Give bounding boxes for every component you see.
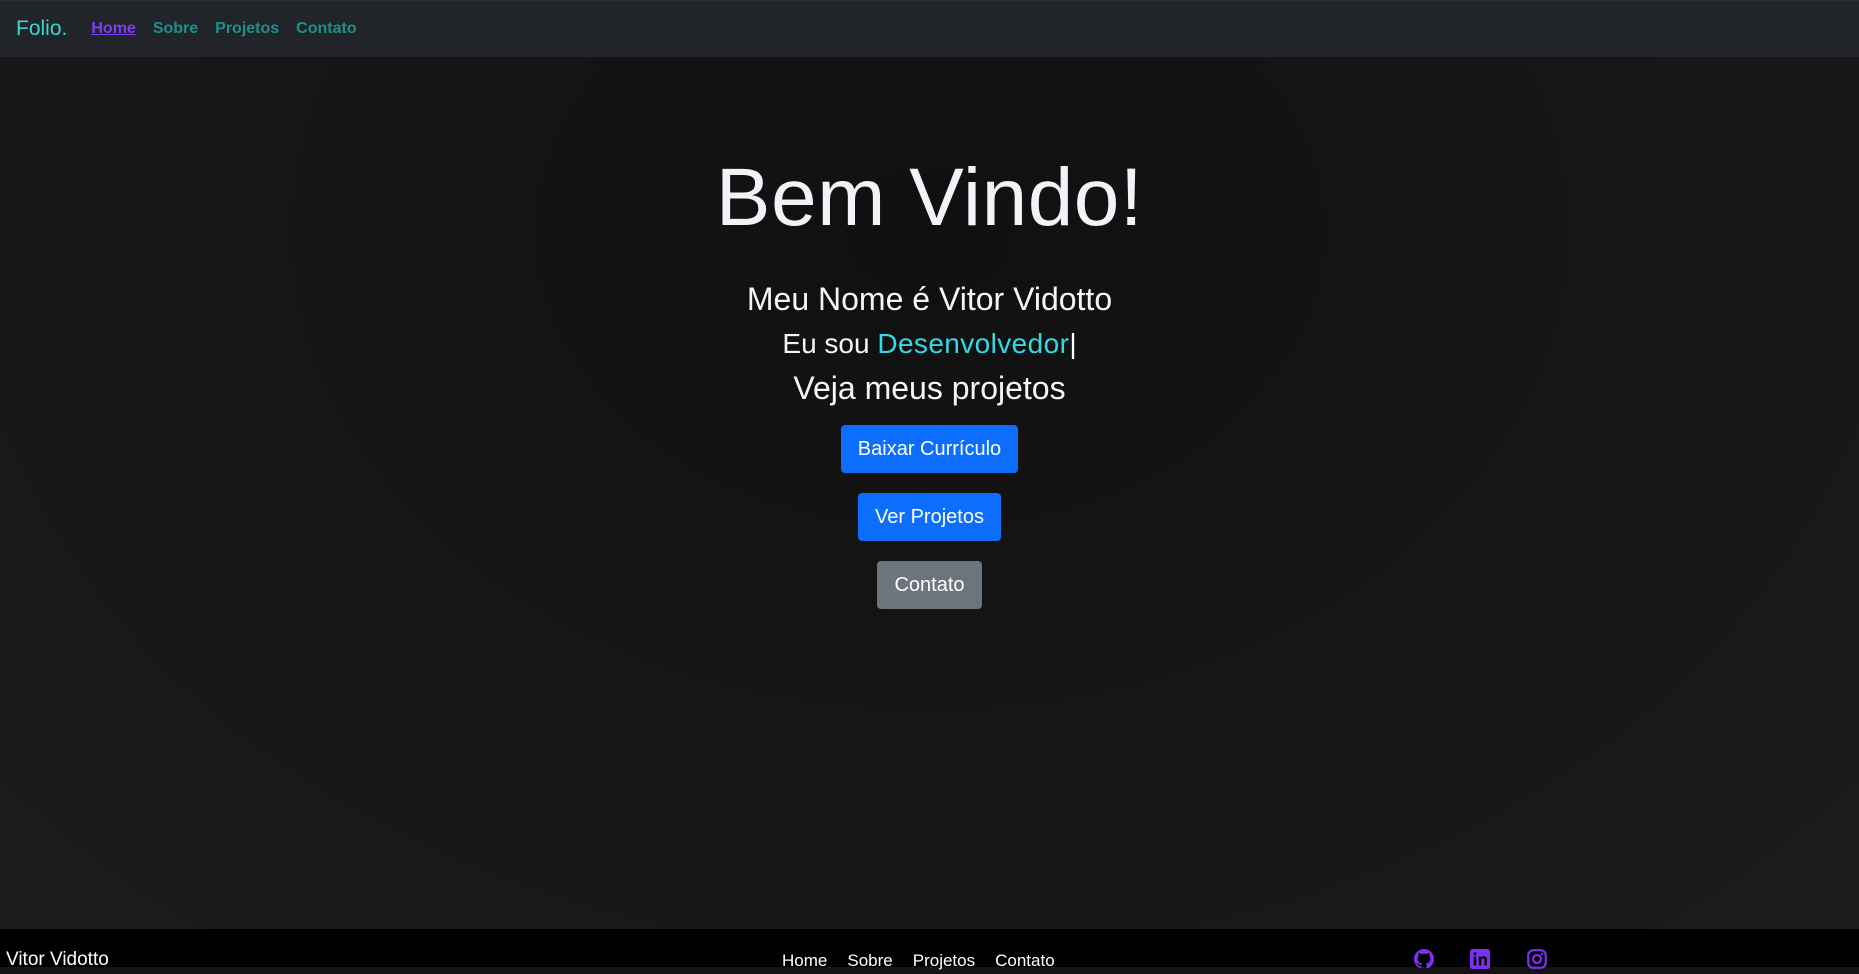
github-icon[interactable] bbox=[1414, 949, 1434, 969]
footer-link-contato[interactable]: Contato bbox=[995, 951, 1055, 971]
hero-role-line: Eu sou Desenvolvedor| bbox=[782, 328, 1076, 360]
nav-link-projetos[interactable]: Projetos bbox=[215, 20, 279, 38]
view-projects-button[interactable]: Ver Projetos bbox=[858, 493, 1001, 541]
linkedin-icon[interactable] bbox=[1470, 949, 1490, 969]
top-navbar: Folio. Home Sobre Projetos Contato bbox=[0, 0, 1859, 57]
download-resume-button[interactable]: Baixar Currículo bbox=[840, 425, 1019, 473]
role-prefix: Eu sou bbox=[782, 328, 878, 359]
hero-name-line: Meu Nome é Vitor Vidotto bbox=[746, 281, 1113, 317]
nav-link-home[interactable]: Home bbox=[91, 20, 135, 38]
brand-logo[interactable]: Folio. bbox=[16, 17, 67, 41]
role-word: Desenvolvedor bbox=[877, 328, 1070, 359]
footer-link-projetos[interactable]: Projetos bbox=[913, 951, 975, 971]
hero-title: Bem Vindo! bbox=[715, 152, 1144, 243]
hero-section: Bem Vindo! Meu Nome é Vitor Vidotto Eu s… bbox=[0, 57, 1859, 929]
contact-button[interactable]: Contato bbox=[877, 561, 982, 609]
footer-nav: Home Sobre Projetos Contato bbox=[782, 951, 1075, 971]
footer-link-home[interactable]: Home bbox=[782, 951, 827, 971]
hero-projects-line: Veja meus projetos bbox=[793, 370, 1066, 406]
instagram-icon[interactable] bbox=[1527, 949, 1547, 969]
hero-content: Bem Vindo! Meu Nome é Vitor Vidotto Eu s… bbox=[0, 57, 1859, 609]
typing-cursor: | bbox=[1069, 328, 1077, 359]
footer-name: Vitor Vidotto bbox=[6, 949, 109, 970]
footer: Vitor Vidotto Home Sobre Projetos Contat… bbox=[0, 929, 1859, 970]
nav-link-contato[interactable]: Contato bbox=[296, 20, 356, 38]
footer-link-sobre[interactable]: Sobre bbox=[847, 951, 892, 971]
nav-link-sobre[interactable]: Sobre bbox=[153, 20, 198, 38]
